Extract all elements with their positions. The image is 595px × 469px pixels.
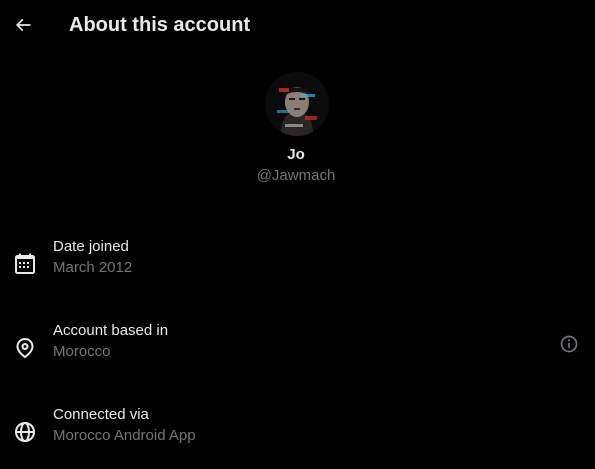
connected-via-label: Connected via — [53, 406, 149, 423]
account-based-value: Morocco — [53, 343, 111, 360]
header: About this account — [0, 0, 595, 53]
location-pin-icon — [16, 338, 34, 359]
info-button[interactable] — [557, 332, 581, 356]
date-joined-row: Date joined March 2012 — [0, 238, 595, 294]
back-button[interactable] — [8, 10, 38, 40]
page-title: About this account — [69, 14, 251, 36]
info-circle-icon — [560, 335, 578, 353]
connected-via-row: Connected via Morocco Android App — [0, 406, 595, 462]
account-based-row: Account based in Morocco — [0, 322, 595, 378]
profile-handle: @Jawmach — [256, 167, 336, 184]
profile-name: Jo — [287, 146, 305, 163]
connected-via-value: Morocco Android App — [53, 427, 196, 444]
avatar[interactable] — [265, 72, 329, 136]
globe-icon — [15, 422, 35, 442]
calendar-icon — [15, 253, 35, 274]
glitch-portrait-avatar — [265, 72, 329, 136]
arrow-left-icon — [15, 18, 31, 32]
account-based-label: Account based in — [53, 322, 169, 339]
date-joined-label: Date joined — [53, 238, 129, 255]
date-joined-value: March 2012 — [53, 259, 133, 276]
